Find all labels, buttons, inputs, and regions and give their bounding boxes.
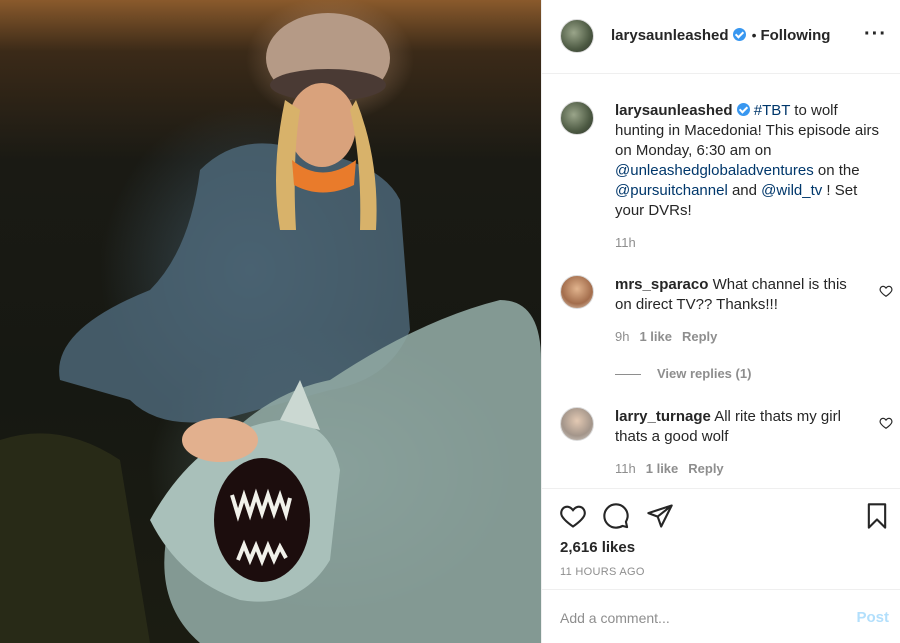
caption-text-segment: on the	[813, 162, 860, 179]
caption-time[interactable]: 11h	[615, 235, 636, 250]
more-options-icon[interactable]: ···	[864, 24, 887, 44]
comment-username[interactable]: larry_turnage	[615, 408, 711, 425]
caption-text: #TBT to wolf hunting in Macedonia! This …	[615, 102, 879, 219]
comment-input[interactable]	[560, 607, 830, 629]
comment-time[interactable]: 11h	[615, 461, 636, 476]
caption: larysaunleashed #TBT to wolf hunting in …	[615, 101, 881, 221]
caption-link[interactable]: @wild_tv	[761, 182, 822, 199]
comment-meta: 11h 1 like Reply	[615, 461, 724, 476]
add-comment-bar: Post	[542, 589, 900, 643]
likes-count[interactable]: 2,616 likes	[560, 539, 635, 556]
comment-bubble-icon[interactable]	[602, 502, 630, 530]
following-button[interactable]: Following	[760, 27, 830, 44]
view-replies-line	[615, 374, 641, 376]
separator-dot: •	[751, 27, 757, 43]
commenter-avatar[interactable]	[560, 407, 594, 441]
post-actions: 2,616 likes 11 HOURS AGO	[542, 488, 900, 588]
comment: larry_turnage All rite thats my girl tha…	[615, 407, 865, 447]
caption-link[interactable]: @unleashedglobaladventures	[615, 162, 814, 179]
header-user-line: larysaunleashed • Following	[611, 27, 830, 45]
caption-link[interactable]: @pursuitchannel	[615, 182, 728, 199]
reply-button[interactable]: Reply	[682, 329, 717, 344]
caption-avatar[interactable]	[560, 101, 594, 135]
comment: mrs_sparaco What channel is this on dire…	[615, 275, 855, 315]
caption-link[interactable]: #TBT	[754, 102, 790, 119]
view-replies-label: View replies (1)	[657, 366, 752, 381]
post-photo[interactable]	[0, 0, 541, 643]
comment-username[interactable]: mrs_sparaco	[615, 276, 708, 293]
comments-section: larysaunleashed #TBT to wolf hunting in …	[542, 75, 900, 488]
comment-likes[interactable]: 1 like	[639, 329, 672, 344]
caption-text-segment: and	[727, 182, 762, 199]
photo-illustration	[0, 13, 541, 643]
comment-likes[interactable]: 1 like	[646, 461, 679, 476]
verified-badge-icon	[736, 103, 750, 116]
post-header: larysaunleashed • Following ···	[542, 0, 900, 74]
comment-time[interactable]: 9h	[615, 329, 629, 344]
view-replies-button[interactable]: View replies (1)	[615, 366, 751, 381]
caption-username[interactable]: larysaunleashed	[615, 102, 733, 119]
comment-meta: 9h 1 like Reply	[615, 329, 717, 344]
post-button[interactable]: Post	[856, 609, 889, 626]
comment-like-heart-icon[interactable]	[879, 284, 893, 298]
post-side-panel: larysaunleashed • Following ··· larysaunle…	[541, 0, 900, 643]
share-plane-icon[interactable]	[646, 502, 674, 530]
commenter-avatar[interactable]	[560, 275, 594, 309]
author-username[interactable]: larysaunleashed	[611, 27, 729, 44]
verified-badge-icon	[732, 28, 746, 41]
bookmark-icon[interactable]	[863, 502, 891, 530]
comment-like-heart-icon[interactable]	[879, 416, 893, 430]
reply-button[interactable]: Reply	[688, 461, 723, 476]
like-heart-icon[interactable]	[559, 502, 587, 530]
author-avatar[interactable]	[560, 19, 594, 53]
post-time[interactable]: 11 HOURS AGO	[560, 566, 645, 578]
